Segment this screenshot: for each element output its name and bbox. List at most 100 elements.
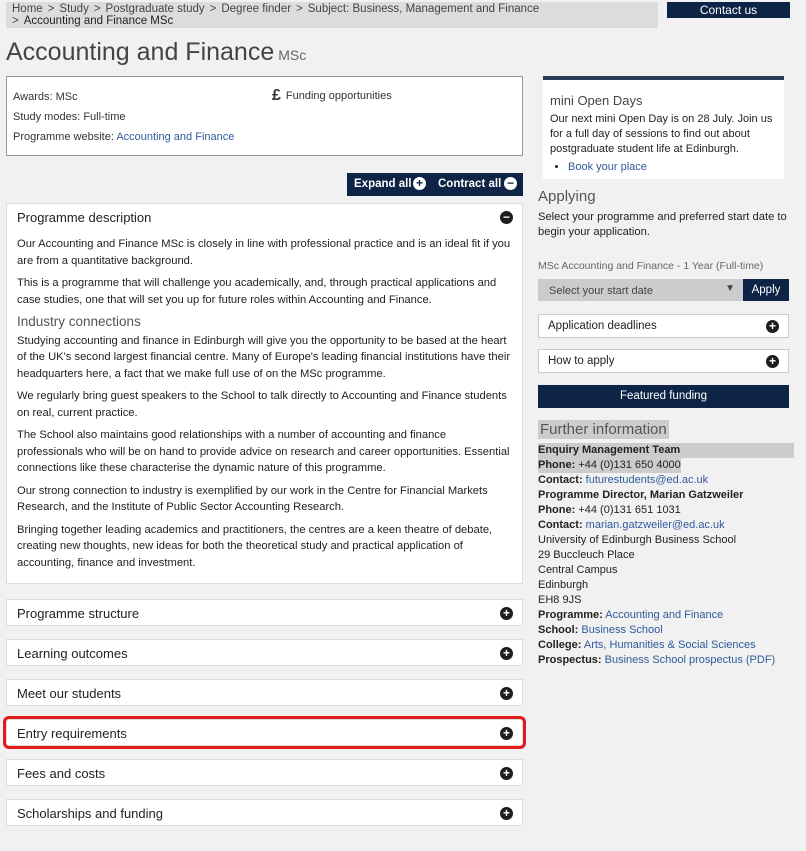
breadcrumb-study[interactable]: Study [59, 3, 88, 15]
plus-circle-icon[interactable]: + [500, 607, 513, 620]
applying-text: Select your programme and preferred star… [538, 211, 787, 238]
apply-button[interactable]: Apply [743, 279, 789, 301]
plus-circle-icon[interactable]: + [500, 807, 513, 820]
description-paragraph: This is a programme that will challenge … [17, 277, 497, 306]
accordion-label: Learning outcomes [17, 646, 128, 661]
page-subtitle: MSc [278, 47, 307, 63]
director-email-link[interactable]: marian.gatzweiler@ed.ac.uk [586, 519, 725, 531]
website-label: Programme website: [13, 131, 114, 143]
programme-info-box: Awards: MSc Study modes: Full-time Progr… [6, 76, 523, 156]
college-link[interactable]: Arts, Humanities & Social Sciences [584, 639, 756, 651]
accordion-label: Programme structure [17, 606, 140, 621]
plus-circle-icon[interactable]: + [500, 647, 513, 660]
contract-all-button[interactable]: Contract all [438, 178, 501, 190]
expand-contract-bar: Expand all + Contract all − [347, 173, 523, 196]
awards-line: Awards: MSc [13, 91, 78, 103]
contact-label: Contact: [538, 474, 583, 486]
description-paragraph: The School also maintains good relations… [17, 429, 510, 474]
breadcrumb-separator: > [93, 3, 101, 15]
description-paragraph: Our strong connection to industry is exe… [17, 484, 488, 514]
featured-funding-button[interactable]: Featured funding [538, 385, 789, 408]
contact-line: Contact: futurestudents@ed.ac.uk [538, 473, 794, 488]
college-line: College: Arts, Humanities & Social Scien… [538, 638, 794, 653]
address-line: Central Campus [538, 564, 618, 576]
accordion-meet-our-students[interactable]: Meet our students + [6, 679, 523, 706]
plus-circle-icon[interactable]: + [500, 727, 513, 740]
application-deadlines-accordion[interactable]: Application deadlines + [538, 314, 789, 338]
minus-circle-icon[interactable]: − [500, 211, 513, 224]
phone-value: +44 (0)131 651 1031 [578, 504, 681, 516]
breadcrumb-current: Accounting and Finance MSc [23, 15, 174, 27]
funding-opportunities[interactable]: £ Funding opportunities [272, 87, 392, 105]
address-line: EH8 9JS [538, 594, 582, 606]
description-paragraph: Studying accounting and finance in Edinb… [17, 334, 511, 380]
study-modes-line: Study modes: Full-time [13, 111, 126, 123]
accordion-label: Fees and costs [17, 766, 106, 781]
open-days-title: mini Open Days [550, 93, 643, 108]
funding-label: Funding opportunities [285, 90, 392, 102]
director-name: Programme Director, Marian Gatzweiler [538, 489, 744, 501]
website-line: Programme website: Accounting and Financ… [13, 131, 234, 143]
further-information-title: Further information [538, 420, 669, 439]
breadcrumb: Home > Study > Postgraduate study > Degree fin… [6, 2, 658, 28]
accordion-scholarships-and-funding[interactable]: Scholarships and funding + [6, 799, 523, 826]
page-title: Accounting and Finance MSc [6, 38, 306, 67]
plus-circle-icon[interactable]: + [766, 355, 779, 368]
programme-link[interactable]: Accounting and Finance [605, 609, 723, 621]
page-title-text: Accounting and Finance [6, 38, 275, 66]
breadcrumb-separator: > [47, 3, 55, 15]
address-line: Edinburgh [538, 579, 589, 591]
accordion-label: Application deadlines [548, 320, 657, 332]
phone-line: Phone: +44 (0)131 651 1031 [538, 503, 794, 518]
programme-director: Programme Director, Marian Gatzweiler [538, 488, 794, 503]
breadcrumb-separator: > [209, 3, 217, 15]
accordion-programme-description: Programme description − Our Accounting a… [6, 203, 523, 584]
start-date-select[interactable]: Select your start date ▼ [538, 279, 743, 301]
school-label: School: [538, 624, 579, 636]
breadcrumb-postgraduate[interactable]: Postgraduate study [106, 3, 205, 15]
phone-label: Phone: [538, 459, 576, 471]
accordion-learning-outcomes[interactable]: Learning outcomes + [6, 639, 523, 666]
minus-circle-icon[interactable]: − [504, 177, 517, 190]
accordion-label: Meet our students [17, 686, 122, 701]
plus-circle-icon[interactable]: + [766, 320, 779, 333]
plus-circle-icon[interactable]: + [413, 177, 426, 190]
address-line: 29 Buccleuch Place [538, 549, 635, 561]
start-date-placeholder: Select your start date [549, 285, 653, 297]
book-your-place-link[interactable]: Book your place [568, 161, 647, 173]
future-students-email-link[interactable]: futurestudents@ed.ac.uk [586, 474, 708, 486]
address-line: University of Edinburgh Business School [538, 534, 737, 546]
awards-label: Awards: [13, 91, 53, 103]
college-label: College: [538, 639, 582, 651]
accordion-label: Scholarships and funding [17, 806, 163, 821]
how-to-apply-accordion[interactable]: How to apply + [538, 349, 789, 373]
study-modes-value: Full-time [83, 111, 126, 123]
contact-line: Contact: marian.gatzweiler@ed.ac.uk [538, 518, 794, 533]
breadcrumb-separator: > [296, 3, 303, 15]
accordion-fees-and-costs[interactable]: Fees and costs + [6, 759, 523, 786]
accordion-label: Entry requirements [17, 726, 127, 741]
prospectus-link[interactable]: Business School prospectus (PDF) [605, 654, 776, 666]
phone-value: +44 (0)131 650 4000 [578, 459, 681, 471]
programme-website-link[interactable]: Accounting and Finance [116, 131, 234, 143]
school-link[interactable]: Business School [581, 624, 662, 636]
awards-value: MSc [55, 91, 78, 103]
accordion-programme-structure[interactable]: Programme structure + [6, 599, 523, 626]
accordion-header[interactable]: Programme description − [7, 204, 522, 230]
open-days-list: Book your place [568, 161, 777, 173]
contact-us-button[interactable]: Contact us [667, 2, 790, 18]
contact-label: Contact: [538, 519, 583, 531]
breadcrumb-degree-finder[interactable]: Degree finder [221, 3, 291, 15]
plus-circle-icon[interactable]: + [500, 687, 513, 700]
list-item: Book your place [568, 161, 777, 173]
breadcrumb-subject[interactable]: Subject: Business, Management and Financ… [308, 3, 539, 15]
mini-open-days-panel: mini Open Days Our next mini Open Day is… [543, 76, 784, 179]
accordion-entry-requirements[interactable]: Entry requirements + [3, 716, 526, 749]
expand-all-button[interactable]: Expand all [354, 178, 412, 190]
breadcrumb-home[interactable]: Home [12, 3, 43, 15]
programme-line: Programme: Accounting and Finance [538, 608, 794, 623]
programme-label: Programme: [538, 609, 603, 621]
accordion-label: Programme description [17, 210, 152, 225]
plus-circle-icon[interactable]: + [500, 767, 513, 780]
prospectus-label: Prospectus: [538, 654, 602, 666]
